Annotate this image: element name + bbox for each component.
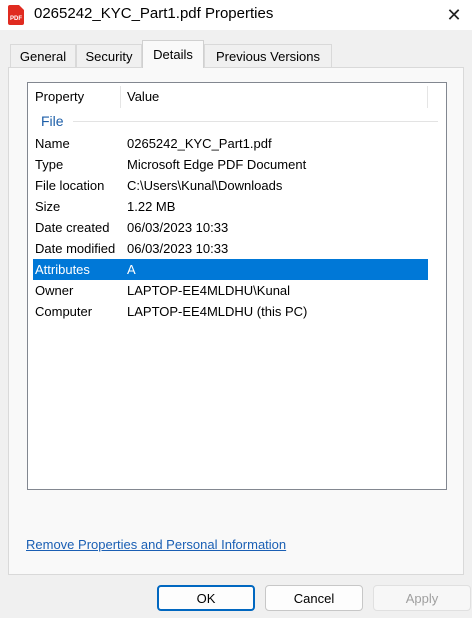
- property-value: 06/03/2023 10:33: [127, 241, 229, 256]
- property-value: LAPTOP-EE4MLDHU (this PC): [127, 304, 308, 319]
- property-name: Date created: [35, 220, 110, 235]
- close-button[interactable]: ✕: [436, 0, 472, 30]
- group-divider: [73, 121, 438, 122]
- details-panel: Property Value File Name 0265242_KYC_Par…: [8, 67, 464, 575]
- tab-general[interactable]: General: [10, 44, 76, 68]
- title-bar: PDF 0265242_KYC_Part1.pdf Properties ✕: [0, 0, 472, 30]
- list-item-selected[interactable]: Attributes A: [33, 259, 428, 280]
- pdf-file-icon: PDF: [8, 5, 24, 25]
- list-item[interactable]: Name 0265242_KYC_Part1.pdf: [33, 133, 428, 154]
- tab-strip: General Security Details Previous Versio…: [10, 40, 462, 68]
- property-value: Microsoft Edge PDF Document: [127, 157, 307, 172]
- apply-button[interactable]: Apply: [373, 585, 471, 611]
- list-item[interactable]: Date created 06/03/2023 10:33: [33, 217, 428, 238]
- property-name: Attributes: [35, 262, 90, 277]
- cancel-button[interactable]: Cancel: [265, 585, 363, 611]
- list-item[interactable]: Computer LAPTOP-EE4MLDHU (this PC): [33, 301, 428, 322]
- property-value: 06/03/2023 10:33: [127, 220, 229, 235]
- property-name: Date modified: [35, 241, 116, 256]
- property-name: Owner: [35, 283, 74, 298]
- list-item[interactable]: Type Microsoft Edge PDF Document: [33, 154, 428, 175]
- dialog-button-bar: OK Cancel Apply: [0, 576, 472, 618]
- list-header: Property Value: [28, 83, 446, 111]
- column-header-value[interactable]: Value: [127, 83, 159, 111]
- pdf-icon-label: PDF: [10, 16, 22, 22]
- list-item[interactable]: Size 1.22 MB: [33, 196, 428, 217]
- group-header-file: File: [41, 113, 64, 129]
- property-name: Computer: [35, 304, 93, 319]
- property-name: Name: [35, 136, 70, 151]
- property-value: LAPTOP-EE4MLDHU\Kunal: [127, 283, 291, 298]
- column-divider[interactable]: [427, 86, 428, 108]
- property-name: Type: [35, 157, 64, 172]
- list-item[interactable]: Owner LAPTOP-EE4MLDHU\Kunal: [33, 280, 428, 301]
- ok-button[interactable]: OK: [157, 585, 255, 611]
- column-divider[interactable]: [120, 86, 121, 108]
- tab-previous-versions[interactable]: Previous Versions: [204, 44, 332, 68]
- details-list[interactable]: Property Value File Name 0265242_KYC_Par…: [27, 82, 447, 490]
- tab-details[interactable]: Details: [142, 40, 204, 68]
- property-value: 1.22 MB: [127, 199, 176, 214]
- tab-security[interactable]: Security: [76, 44, 142, 68]
- property-value: 0265242_KYC_Part1.pdf: [127, 136, 272, 151]
- property-name: File location: [35, 178, 105, 193]
- list-item[interactable]: File location C:\Users\Kunal\Downloads: [33, 175, 428, 196]
- column-header-property[interactable]: Property: [35, 83, 84, 111]
- remove-properties-link[interactable]: Remove Properties and Personal Informati…: [26, 537, 286, 552]
- list-item[interactable]: Date modified 06/03/2023 10:33: [33, 238, 428, 259]
- window-title: 0265242_KYC_Part1.pdf Properties: [34, 5, 274, 22]
- property-value: A: [127, 262, 136, 277]
- property-name: Size: [35, 199, 61, 214]
- property-value: C:\Users\Kunal\Downloads: [127, 178, 283, 193]
- close-icon: ✕: [446, 4, 462, 25]
